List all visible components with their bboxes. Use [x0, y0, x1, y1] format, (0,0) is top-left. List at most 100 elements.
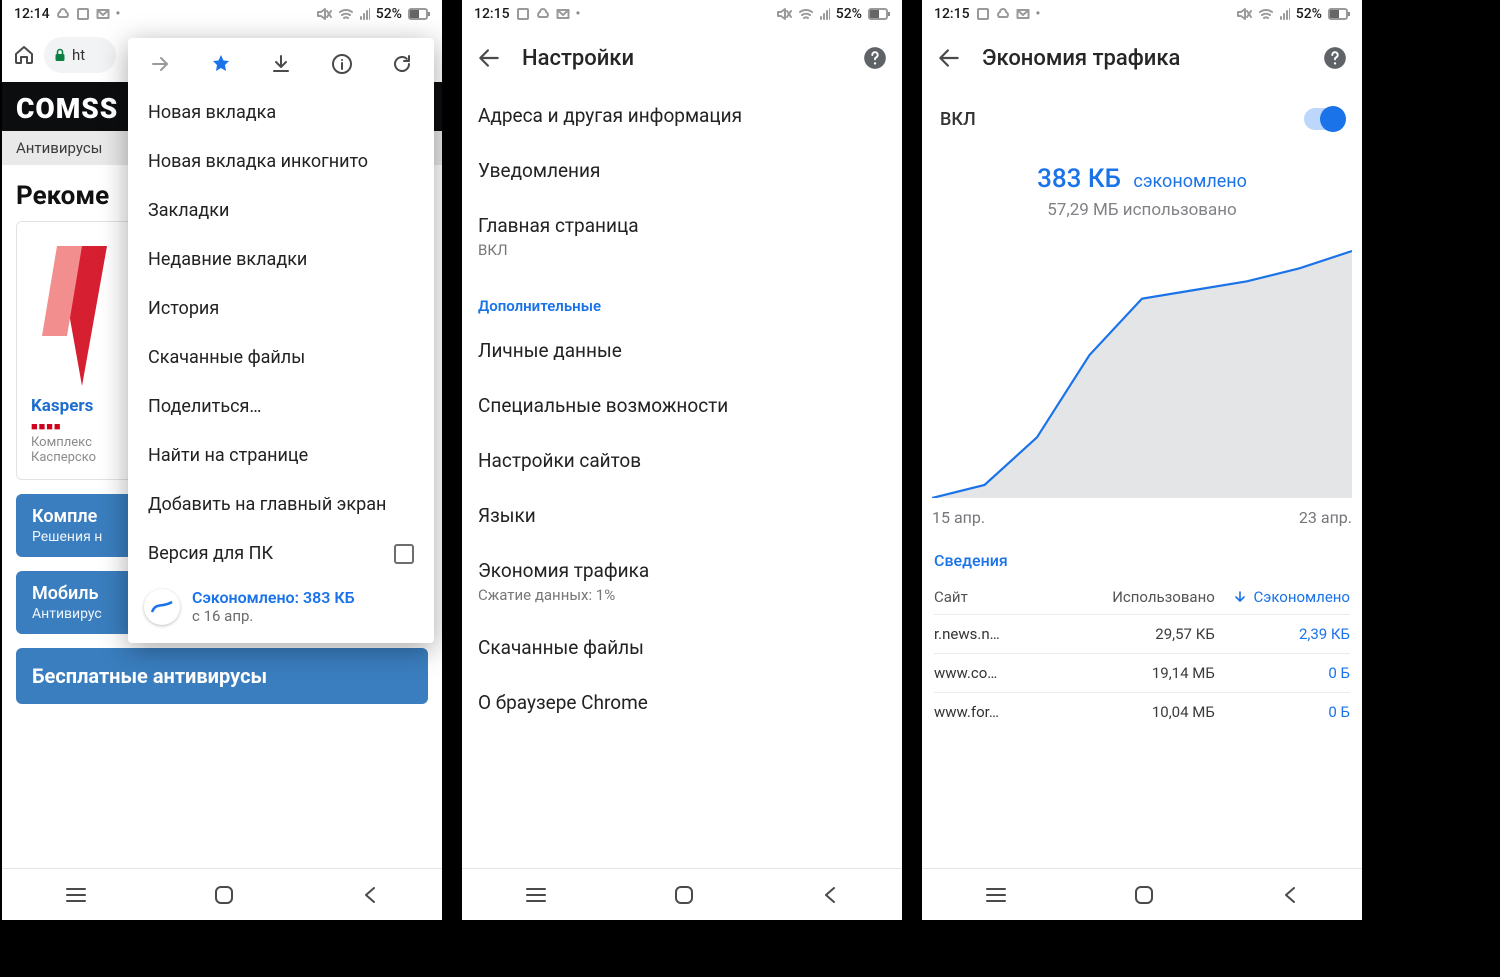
th-used: Использовано: [1080, 588, 1215, 606]
mail-icon: [96, 7, 110, 21]
data-saver-header: Экономия трафика: [922, 28, 1362, 88]
screenshot-settings: 12:15 • 52% Настройки Адреса и другая ин…: [462, 0, 902, 920]
cloud-icon: [996, 7, 1010, 21]
settings-item[interactable]: Языки: [462, 488, 902, 543]
status-bar: 12:15 • 52%: [922, 0, 1362, 28]
settings-item[interactable]: О браузере Chrome: [462, 675, 902, 730]
reload-icon[interactable]: [388, 50, 416, 78]
download-icon[interactable]: [267, 50, 295, 78]
page-title: Экономия трафика: [982, 46, 1302, 71]
signal-icon: [820, 8, 830, 20]
signal-icon: [1280, 8, 1290, 20]
settings-item[interactable]: Скачанные файлы: [462, 620, 902, 675]
mail-icon: [1016, 7, 1030, 21]
menu-desktop-site[interactable]: Версия для ПК: [128, 529, 434, 578]
nav-back-icon[interactable]: [1280, 885, 1300, 905]
system-navbar: [922, 868, 1362, 920]
status-bar: 12:15 • 52%: [462, 0, 902, 28]
chrome-overflow-menu: Новая вкладка Новая вкладка инкогнито За…: [128, 38, 434, 643]
settings-item[interactable]: Личные данные: [462, 323, 902, 378]
forward-icon[interactable]: [146, 50, 174, 78]
saved-label: сэкономлено: [1133, 171, 1247, 192]
settings-item[interactable]: Экономия трафика Сжатие данных: 1%: [462, 543, 902, 620]
system-navbar: [462, 868, 902, 920]
product-logo: [27, 236, 117, 386]
menu-new-tab[interactable]: Новая вкладка: [128, 88, 434, 137]
th-site: Сайт: [934, 588, 1080, 606]
menu-recent-tabs[interactable]: Недавние вкладки: [128, 235, 434, 284]
table-row[interactable]: www.co…19,14 МБ0 Б: [922, 654, 1362, 692]
battery-pct: 52%: [1296, 6, 1322, 22]
date-from: 15 апр.: [932, 508, 985, 527]
menu-find[interactable]: Найти на странице: [128, 431, 434, 480]
settings-header: Настройки: [462, 28, 902, 88]
nav-recents-icon[interactable]: [64, 886, 88, 904]
saved-value: 383 КБ: [1037, 164, 1121, 194]
page-title: Настройки: [522, 46, 842, 71]
battery-icon: [1328, 8, 1350, 20]
checkbox-icon[interactable]: [394, 544, 414, 564]
menu-add-home[interactable]: Добавить на главный экран: [128, 480, 434, 529]
nav-home-icon[interactable]: [213, 884, 235, 906]
help-icon[interactable]: [1322, 45, 1348, 71]
nav-recents-icon[interactable]: [984, 886, 1008, 904]
menu-downloads[interactable]: Скачанные файлы: [128, 333, 434, 382]
table-row[interactable]: www.for…10,04 МБ0 Б: [922, 693, 1362, 731]
category-button-3[interactable]: Бесплатные антивирусы: [16, 648, 428, 704]
battery-icon: [868, 8, 890, 20]
home-icon[interactable]: [12, 43, 36, 67]
used-value: 57,29 МБ использовано: [932, 200, 1352, 220]
image-icon: [76, 7, 90, 21]
nav-home-icon[interactable]: [673, 884, 695, 906]
menu-incognito[interactable]: Новая вкладка инкогнито: [128, 137, 434, 186]
info-icon[interactable]: [328, 50, 356, 78]
wifi-icon: [338, 7, 354, 21]
omnibox-text: ht: [72, 46, 85, 64]
settings-item[interactable]: Адреса и другая информация: [462, 88, 902, 143]
nav-home-icon[interactable]: [1133, 884, 1155, 906]
mail-icon: [556, 7, 570, 21]
menu-data-saver[interactable]: Сэкономлено: 383 КБ с 16 апр.: [128, 578, 434, 639]
switch-on[interactable]: [1304, 108, 1344, 130]
date-to: 23 апр.: [1299, 508, 1352, 527]
settings-item[interactable]: Уведомления: [462, 143, 902, 198]
battery-pct: 52%: [376, 6, 402, 22]
toggle-label: ВКЛ: [940, 109, 976, 130]
settings-item[interactable]: Специальные возможности: [462, 378, 902, 433]
battery-pct: 52%: [836, 6, 862, 22]
data-saver-icon: [144, 589, 180, 625]
th-saved[interactable]: Сэкономлено: [1215, 588, 1350, 606]
wifi-icon: [1258, 7, 1274, 21]
status-bar: 12:14 • 52%: [2, 0, 442, 28]
cloud-icon: [56, 7, 70, 21]
star-icon[interactable]: [207, 50, 235, 78]
toggle-row[interactable]: ВКЛ: [922, 88, 1362, 138]
clock: 12:14: [14, 6, 50, 22]
settings-item[interactable]: Главная страница ВКЛ: [462, 198, 902, 275]
help-icon[interactable]: [862, 45, 888, 71]
back-icon[interactable]: [476, 45, 502, 71]
mute-icon: [316, 7, 332, 21]
usage-chart: [932, 238, 1352, 498]
mute-icon: [1236, 7, 1252, 21]
settings-item[interactable]: Настройки сайтов: [462, 433, 902, 488]
nav-back-icon[interactable]: [360, 885, 380, 905]
menu-share[interactable]: Поделиться…: [128, 382, 434, 431]
menu-history[interactable]: История: [128, 284, 434, 333]
omnibox[interactable]: ht: [44, 37, 116, 73]
table-row[interactable]: r.news.n…29,57 КБ2,39 КБ: [922, 615, 1362, 653]
details-link[interactable]: Сведения: [922, 527, 1362, 580]
table-header: Сайт Использовано Сэкономлено: [922, 580, 1362, 614]
clock: 12:15: [934, 6, 970, 22]
image-icon: [516, 7, 530, 21]
signal-icon: [360, 8, 370, 20]
image-icon: [976, 7, 990, 21]
savings-figure: 383 КБ сэкономлено 57,29 МБ использовано: [932, 164, 1352, 220]
mute-icon: [776, 7, 792, 21]
menu-bookmarks[interactable]: Закладки: [128, 186, 434, 235]
back-icon[interactable]: [936, 45, 962, 71]
wifi-icon: [798, 7, 814, 21]
nav-back-icon[interactable]: [820, 885, 840, 905]
screenshot-chrome-menu: 12:14 • 52% ht COMSS Антивирусы Рекоме K…: [2, 0, 442, 920]
nav-recents-icon[interactable]: [524, 886, 548, 904]
